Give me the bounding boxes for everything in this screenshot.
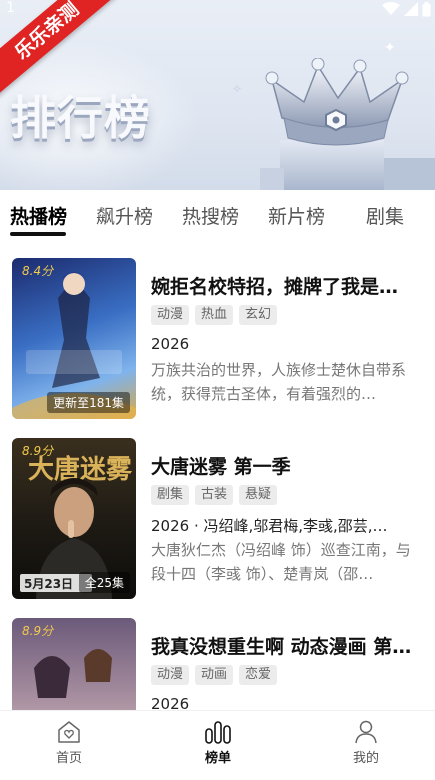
sparkle-icon: ✦ <box>384 40 396 56</box>
genre-tag: 热血 <box>195 305 234 325</box>
tag-list: 动漫 动画 恋爱 <box>151 665 278 685</box>
genre-tag: 恋爱 <box>239 665 278 685</box>
genre-tag: 动漫 <box>151 305 190 325</box>
home-heart-icon <box>58 721 80 743</box>
genre-tag: 悬疑 <box>239 485 278 505</box>
user-icon <box>355 720 377 744</box>
nav-home[interactable]: 首页 <box>39 719 99 766</box>
tag-list: 动漫 热血 玄幻 <box>151 305 278 325</box>
item-title[interactable]: 婉拒名校特招，摊牌了我是… <box>151 272 419 299</box>
poster-image[interactable]: 大唐迷雾 5月23日 8.9分 全25集 <box>12 438 136 599</box>
item-title[interactable]: 我真没想重生啊 动态漫画 第… <box>151 632 419 659</box>
active-tab-indicator <box>10 232 66 236</box>
svg-text:5月23日: 5月23日 <box>24 577 73 591</box>
sparkle-icon: ✧ <box>232 82 243 96</box>
cellular-signal-icon <box>404 2 418 16</box>
nav-label: 榜单 <box>204 751 231 766</box>
item-meta: 2026 <box>151 335 190 353</box>
rating-badge: 8.9分 <box>22 624 54 638</box>
status-icons <box>382 0 431 18</box>
poster-image[interactable]: 8.4分 更新至181集 <box>12 258 136 419</box>
rating-badge: 8.9分 <box>22 444 54 458</box>
banner-title: 排行榜 <box>10 91 151 145</box>
episode-badge: 更新至181集 <box>47 392 130 413</box>
nav-label: 首页 <box>55 751 82 766</box>
tag-list: 剧集 古装 悬疑 <box>151 485 278 505</box>
episode-badge: 全25集 <box>78 572 130 593</box>
item-description: 大唐狄仁杰（冯绍峰 饰）巡查江南，与段十四（李彧 饰）、楚青岚（邵… <box>151 541 411 583</box>
status-time: 1 <box>6 0 15 16</box>
tab-hot-play[interactable]: 热播榜 <box>10 202 67 229</box>
bottom-navigation: 首页 榜单 我的 <box>0 710 435 780</box>
ranking-bars-icon <box>205 721 231 744</box>
item-description: 万族共治的世界，人族修士楚休自带系统，获得荒古圣体，有着强烈的… <box>151 361 407 403</box>
genre-tag: 动画 <box>195 665 234 685</box>
list-item[interactable]: 8.4分 更新至181集 婉拒名校特招，摊牌了我是… 动漫 热血 玄幻 2026… <box>0 258 435 420</box>
rating-badge: 8.4分 <box>22 264 54 278</box>
genre-tag: 玄幻 <box>239 305 278 325</box>
genre-tag: 剧集 <box>151 485 190 505</box>
genre-tag: 动漫 <box>151 665 190 685</box>
tab-new-release[interactable]: 新片榜 <box>268 202 325 229</box>
ranking-tabs: 热播榜 飙升榜 热搜榜 新片榜 剧集 <box>0 190 435 238</box>
tab-series[interactable]: 剧集 <box>366 202 404 229</box>
nav-profile[interactable]: 我的 <box>336 719 396 766</box>
crown-icon <box>260 58 435 190</box>
item-meta: 2026 · 冯绍峰,邬君梅,李彧,邵芸,… <box>151 517 388 535</box>
battery-icon <box>422 1 431 16</box>
nav-label: 我的 <box>352 751 379 766</box>
tab-rising[interactable]: 飙升榜 <box>96 202 153 229</box>
wifi-icon <box>382 2 400 15</box>
item-title[interactable]: 大唐迷雾 第一季 <box>151 452 419 479</box>
genre-tag: 古装 <box>195 485 234 505</box>
tab-hot-search[interactable]: 热搜榜 <box>182 202 239 229</box>
list-item[interactable]: 大唐迷雾 5月23日 8.9分 全25集 大唐迷雾 第一季 剧集 古装 悬疑 2… <box>0 438 435 600</box>
nav-ranking[interactable]: 榜单 <box>188 719 248 766</box>
ranking-banner: ✦ ✧ 排行榜 1 乐乐亲测 <box>0 0 435 190</box>
